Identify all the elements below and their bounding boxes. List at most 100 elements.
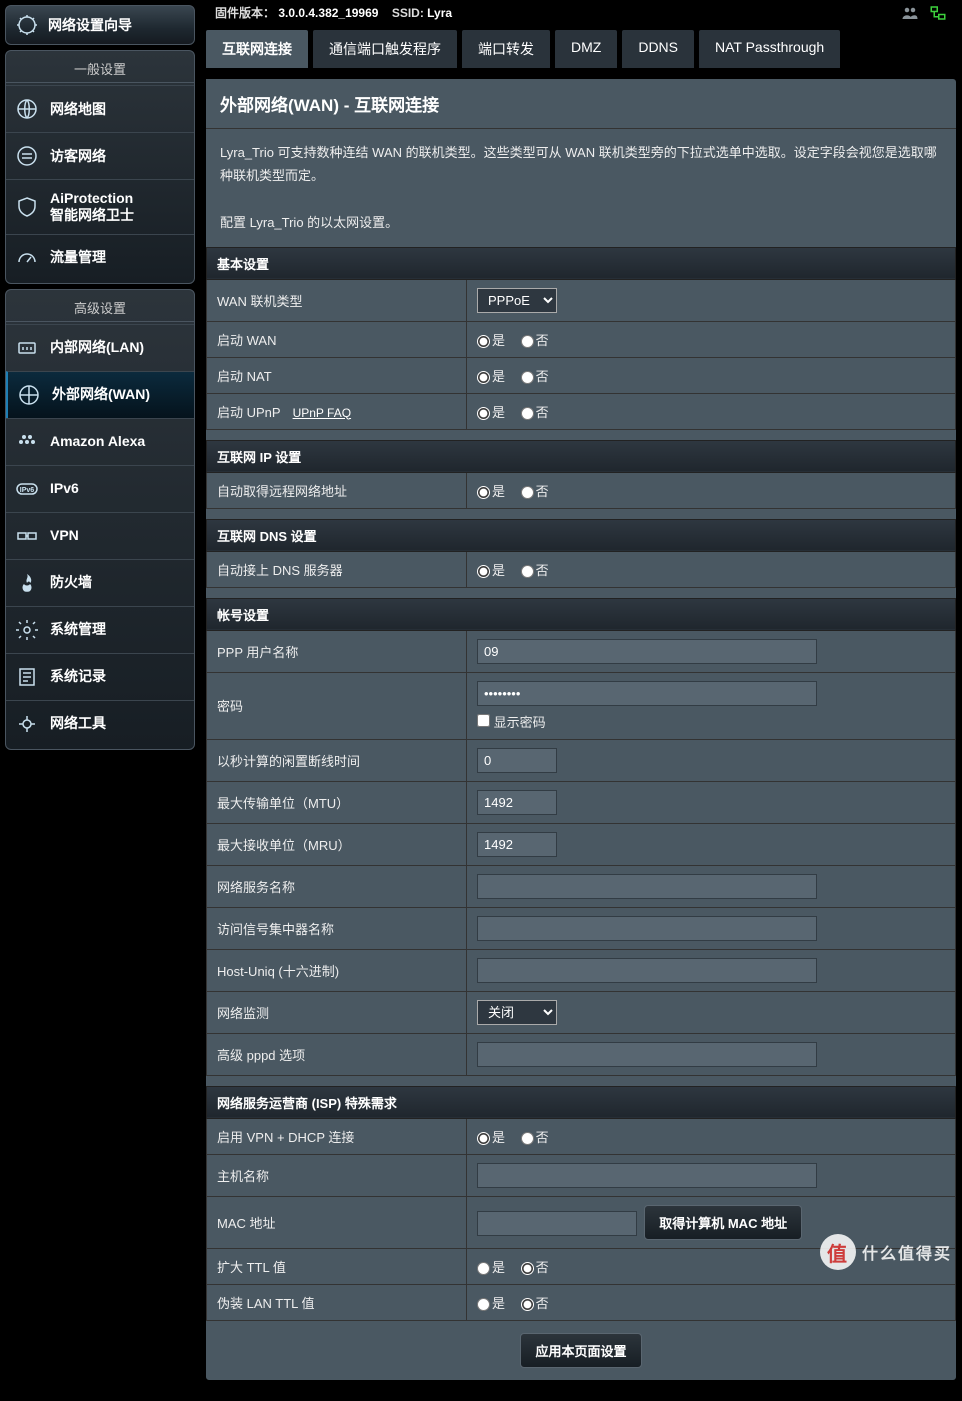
sidebar-item-alexa[interactable]: Amazon Alexa xyxy=(6,418,194,465)
general-header: 一般设置 xyxy=(6,53,194,83)
watermark: 值 什么值得买 xyxy=(820,1234,952,1270)
auto-dns-yes[interactable] xyxy=(477,565,490,578)
svc-name-label: 网络服务名称 xyxy=(207,865,467,907)
content-panel: 外部网络(WAN) - 互联网连接 Lyra_Trio 可支持数种连结 WAN … xyxy=(205,78,957,1381)
users-icon[interactable] xyxy=(901,4,919,25)
password-input[interactable] xyxy=(477,681,817,706)
enable-nat-yes[interactable] xyxy=(477,371,490,384)
auto-dns-no[interactable] xyxy=(521,565,534,578)
idle-label: 以秒计算的闲置断线时间 xyxy=(207,739,467,781)
enable-nat-no[interactable] xyxy=(521,371,534,384)
ppp-user-input[interactable] xyxy=(477,639,817,664)
enable-nat-label: 启动 NAT xyxy=(207,357,467,393)
mac-label: MAC 地址 xyxy=(207,1196,467,1248)
sidebar-item-lan[interactable]: 内部网络(LAN) xyxy=(6,324,194,371)
globe-icon xyxy=(14,96,40,122)
sidebar-item-tools[interactable]: 网络工具 xyxy=(6,700,194,747)
auto-ip-yes[interactable] xyxy=(477,486,490,499)
sidebar-item-traffic[interactable]: 流量管理 xyxy=(6,234,194,281)
sidebar-label: 访客网络 xyxy=(50,148,106,165)
wan-type-select[interactable]: PPPoE xyxy=(477,288,557,313)
sidebar-label: 流量管理 xyxy=(50,249,106,266)
mac-clone-button[interactable]: 取得计算机 MAC 地址 xyxy=(644,1205,802,1240)
mru-label: 最大接收单位（MRU） xyxy=(207,823,467,865)
tab-nat[interactable]: NAT Passthrough xyxy=(698,29,841,68)
advanced-header: 高级设置 xyxy=(6,292,194,322)
wizard-icon xyxy=(14,12,40,38)
adv-pppd-label: 高级 pppd 选项 xyxy=(207,1033,467,1075)
vpn-dhcp-yes[interactable] xyxy=(477,1132,490,1145)
net-monitor-select[interactable]: 关闭 xyxy=(477,1000,557,1025)
sidebar-item-syslog[interactable]: 系统记录 xyxy=(6,653,194,700)
shield-icon xyxy=(14,194,40,220)
show-password-checkbox[interactable] xyxy=(477,714,490,727)
concentrator-input[interactable] xyxy=(477,916,817,941)
sidebar-label: 网络工具 xyxy=(50,715,106,732)
enable-upnp-no[interactable] xyxy=(521,407,534,420)
sidebar-item-firewall[interactable]: 防火墙 xyxy=(6,559,194,606)
tab-internet[interactable]: 互联网连接 xyxy=(205,29,309,68)
sidebar-item-netmap[interactable]: 网络地图 xyxy=(6,85,194,132)
tools-icon xyxy=(14,711,40,737)
vpn-dhcp-label: 启用 VPN + DHCP 连接 xyxy=(207,1118,467,1154)
sidebar-label: 系统管理 xyxy=(50,621,106,638)
sidebar-item-admin[interactable]: 系统管理 xyxy=(6,606,194,653)
sidebar-advanced-group: 高级设置 内部网络(LAN) 外部网络(WAN) Amazon Alexa IP… xyxy=(5,289,195,750)
ext-ttl-yes[interactable] xyxy=(477,1262,490,1275)
network-status-icon[interactable] xyxy=(929,4,947,25)
lan-icon xyxy=(14,335,40,361)
sidebar-label: AiProtection 智能网络卫士 xyxy=(50,190,134,224)
mac-input[interactable] xyxy=(477,1211,637,1236)
enable-wan-yes[interactable] xyxy=(477,335,490,348)
tab-port-trigger[interactable]: 通信端口触发程序 xyxy=(312,29,458,68)
idle-input[interactable] xyxy=(477,748,557,773)
vpn-dhcp-no[interactable] xyxy=(521,1132,534,1145)
enable-upnp-yes[interactable] xyxy=(477,407,490,420)
ext-ttl-no[interactable] xyxy=(521,1262,534,1275)
auto-ip-no[interactable] xyxy=(521,486,534,499)
fake-ttl-label: 伪装 LAN TTL 值 xyxy=(207,1284,467,1320)
fake-ttl-no[interactable] xyxy=(521,1298,534,1311)
section-isp: 网络服务运营商 (ISP) 特殊需求 xyxy=(207,1086,956,1118)
mtu-label: 最大传输单位（MTU） xyxy=(207,781,467,823)
hostname-input[interactable] xyxy=(477,1163,817,1188)
gear-icon xyxy=(14,617,40,643)
enable-wan-no[interactable] xyxy=(521,335,534,348)
tab-port-forward[interactable]: 端口转发 xyxy=(461,29,551,68)
adv-pppd-input[interactable] xyxy=(477,1042,817,1067)
mtu-input[interactable] xyxy=(477,790,557,815)
sidebar-label: Amazon Alexa xyxy=(50,433,145,450)
log-icon xyxy=(14,664,40,690)
sidebar-label: 防火墙 xyxy=(50,574,92,591)
sidebar-item-guest[interactable]: 访客网络 xyxy=(6,132,194,179)
sidebar-item-vpn[interactable]: VPN xyxy=(6,512,194,559)
watermark-text: 什么值得买 xyxy=(862,1240,952,1264)
section-dns: 互联网 DNS 设置 xyxy=(207,519,956,551)
svc-name-input[interactable] xyxy=(477,874,817,899)
wizard-label: 网络设置向导 xyxy=(48,15,132,35)
tab-ddns[interactable]: DDNS xyxy=(621,29,695,68)
ssid-value: Lyra xyxy=(427,6,452,20)
sidebar-general-group: 一般设置 网络地图 访客网络 AiProtection 智能网络卫士 流量管理 xyxy=(5,50,195,284)
apply-button[interactable]: 应用本页面设置 xyxy=(520,1333,641,1368)
sidebar-label: VPN xyxy=(50,527,79,544)
sidebar-item-wan[interactable]: 外部网络(WAN) xyxy=(6,371,194,418)
ipv6-icon: IPv6 xyxy=(14,476,40,502)
sidebar-label: 内部网络(LAN) xyxy=(50,339,144,356)
mru-input[interactable] xyxy=(477,832,557,857)
section-account: 帐号设置 xyxy=(207,598,956,630)
page-title: 外部网络(WAN) - 互联网连接 xyxy=(206,79,956,129)
hostname-label: 主机名称 xyxy=(207,1154,467,1196)
host-uniq-input[interactable] xyxy=(477,958,817,983)
wizard-button[interactable]: 网络设置向导 xyxy=(5,5,195,45)
tab-dmz[interactable]: DMZ xyxy=(554,29,618,68)
password-label: 密码 xyxy=(207,672,467,739)
host-uniq-label: Host-Uniq (十六进制) xyxy=(207,949,467,991)
upnp-faq-link[interactable]: UPnP FAQ xyxy=(293,406,351,420)
sidebar-item-ipv6[interactable]: IPv6 IPv6 xyxy=(6,465,194,512)
net-monitor-label: 网络监测 xyxy=(207,991,467,1033)
alexa-icon xyxy=(14,429,40,455)
fake-ttl-yes[interactable] xyxy=(477,1298,490,1311)
fw-version: 3.0.0.4.382_19969 xyxy=(278,6,378,20)
sidebar-item-aiprotection[interactable]: AiProtection 智能网络卫士 xyxy=(6,179,194,234)
